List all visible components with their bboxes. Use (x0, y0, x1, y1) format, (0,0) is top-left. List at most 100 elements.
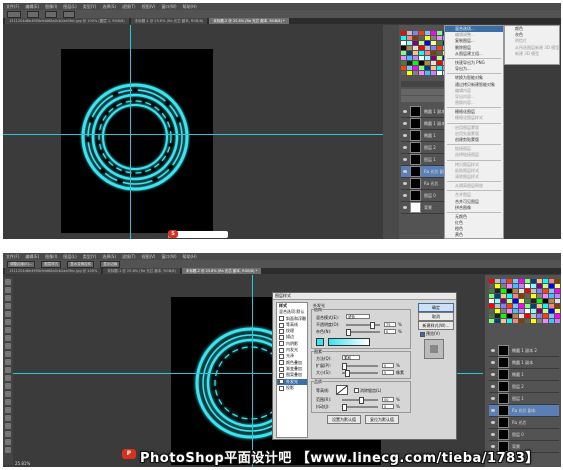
swatch-chip[interactable] (437, 51, 442, 55)
swatch-chip[interactable] (519, 294, 524, 298)
tool-icon[interactable] (5, 447, 11, 453)
swatch-chip[interactable] (425, 56, 430, 60)
swatch-chip[interactable] (495, 314, 500, 318)
swatch-chip[interactable] (489, 299, 494, 303)
set-default-button[interactable]: 设置为默认值 (327, 415, 361, 424)
eye-icon[interactable] (403, 194, 407, 197)
swatch-chip[interactable] (489, 294, 494, 298)
swatch-chip[interactable] (413, 56, 418, 60)
swatch-chip[interactable] (549, 294, 554, 298)
spread-slider[interactable] (342, 363, 378, 370)
swatch-chip[interactable] (519, 299, 524, 303)
swatch-chip[interactable] (419, 46, 424, 50)
menu-item[interactable]: 视图(V) (142, 4, 156, 10)
layer-row[interactable]: 图层 1 (489, 393, 559, 405)
swatch-chip[interactable] (549, 299, 554, 303)
eye-icon[interactable] (403, 158, 407, 161)
swatch-chip[interactable] (495, 319, 500, 323)
swatch-chip[interactable] (543, 299, 548, 303)
swatch-chip[interactable] (419, 71, 424, 75)
swatch-chip[interactable] (407, 36, 412, 40)
layer-row[interactable]: 椭圆 1 (489, 369, 559, 381)
glow-gradient-picker[interactable] (328, 338, 370, 346)
swatch-chip[interactable] (507, 319, 512, 323)
swatch-chip[interactable] (437, 71, 442, 75)
menu-item[interactable]: 类型(Y) (83, 254, 97, 260)
swatch-chip[interactable] (489, 304, 494, 308)
options-tool-preset[interactable] (7, 10, 21, 18)
swatch-chip[interactable] (531, 284, 536, 288)
swatch-chip[interactable] (495, 294, 500, 298)
style-checkbox[interactable] (279, 347, 284, 353)
swatch-chip[interactable] (543, 289, 548, 293)
swatch-chip[interactable] (555, 319, 560, 323)
swatch-chip[interactable] (549, 304, 554, 308)
menu-item[interactable]: 文件(F) (6, 4, 19, 10)
tool-icon[interactable] (5, 295, 11, 301)
swatch-chip[interactable] (525, 319, 530, 323)
options-toggle-b[interactable] (45, 10, 57, 18)
swatch-chip[interactable] (425, 36, 430, 40)
swatch-chip[interactable] (501, 319, 506, 323)
menu-item[interactable]: 帮助(H) (183, 254, 197, 260)
swatch-chip[interactable] (519, 309, 524, 313)
tool-icon[interactable] (5, 399, 11, 405)
swatch-chip[interactable] (413, 46, 418, 50)
swatch-chip[interactable] (513, 279, 518, 283)
swatch-chip[interactable] (513, 304, 518, 308)
swatch-chip[interactable] (425, 66, 430, 70)
swatch-chip[interactable] (525, 279, 530, 283)
tab-doc-1[interactable]: 1511204d8e49f5b9dd68a0cb2ae0fec.jpg @ 10… (5, 268, 102, 274)
swatch-chip[interactable] (489, 289, 494, 293)
size-slider-knob[interactable] (345, 370, 350, 377)
swatch-chip[interactable] (549, 314, 554, 318)
menu-item[interactable]: 编辑(E) (25, 254, 39, 260)
swatch-chip[interactable] (531, 294, 536, 298)
swatch-chip[interactable] (413, 36, 418, 40)
style-list-item[interactable]: 投影 (277, 385, 307, 391)
tool-icon[interactable] (5, 335, 11, 341)
options-refine-edge[interactable]: 调整边缘(E)... (7, 260, 36, 268)
swatch-chip[interactable] (543, 304, 548, 308)
swatch-chip[interactable] (431, 61, 436, 65)
swatch-chip[interactable] (437, 41, 442, 45)
swatch-chip[interactable] (519, 304, 524, 308)
guide-horizontal-top[interactable] (3, 134, 383, 135)
swatch-chip[interactable] (531, 279, 536, 283)
opacity-slider-knob[interactable] (370, 322, 375, 329)
swatch-chip[interactable] (543, 319, 548, 323)
eye-icon[interactable] (491, 421, 495, 424)
reset-default-button[interactable]: 复位为默认值 (365, 415, 399, 424)
swatch-chip[interactable] (425, 31, 430, 35)
tab-doc-2[interactable]: 未标题-1 @ 25.8% (Ra 光芯 副本, RGB/8) (103, 268, 180, 274)
swatch-chip[interactable] (537, 309, 542, 313)
swatch-chip[interactable] (437, 66, 442, 70)
swatch-chip[interactable] (513, 299, 518, 303)
swatch-chip[interactable] (519, 319, 524, 323)
jitter-slider-knob[interactable] (342, 404, 347, 411)
cancel-button[interactable]: 取消 (418, 312, 454, 321)
swatch-chip[interactable] (401, 66, 406, 70)
noise-slider-knob[interactable] (346, 329, 351, 336)
swatch-chip[interactable] (507, 289, 512, 293)
swatch-chip[interactable] (531, 299, 536, 303)
swatch-chip[interactable] (489, 279, 494, 283)
swatch-chip[interactable] (531, 319, 536, 323)
swatch-chip[interactable] (495, 284, 500, 288)
document-canvas-top[interactable] (61, 49, 213, 233)
tool-icon[interactable] (5, 279, 11, 285)
tool-icon[interactable] (5, 327, 11, 333)
noise-input[interactable]: 0 (384, 329, 396, 334)
swatch-chip[interactable] (431, 51, 436, 55)
swatch-chip[interactable] (543, 279, 548, 283)
swatch-chip[interactable] (525, 314, 530, 318)
new-style-button[interactable]: 新建样式(W)... (418, 321, 454, 330)
options-show-edges[interactable]: 显示边缘 (100, 260, 121, 268)
swatch-chip[interactable] (407, 41, 412, 45)
tool-icon[interactable] (5, 351, 11, 357)
style-checkbox[interactable] (279, 366, 284, 372)
guide-vertical-top[interactable] (130, 25, 131, 239)
swatch-chip[interactable] (401, 71, 406, 75)
swatch-chip[interactable] (555, 304, 560, 308)
swatch-chip[interactable] (431, 66, 436, 70)
